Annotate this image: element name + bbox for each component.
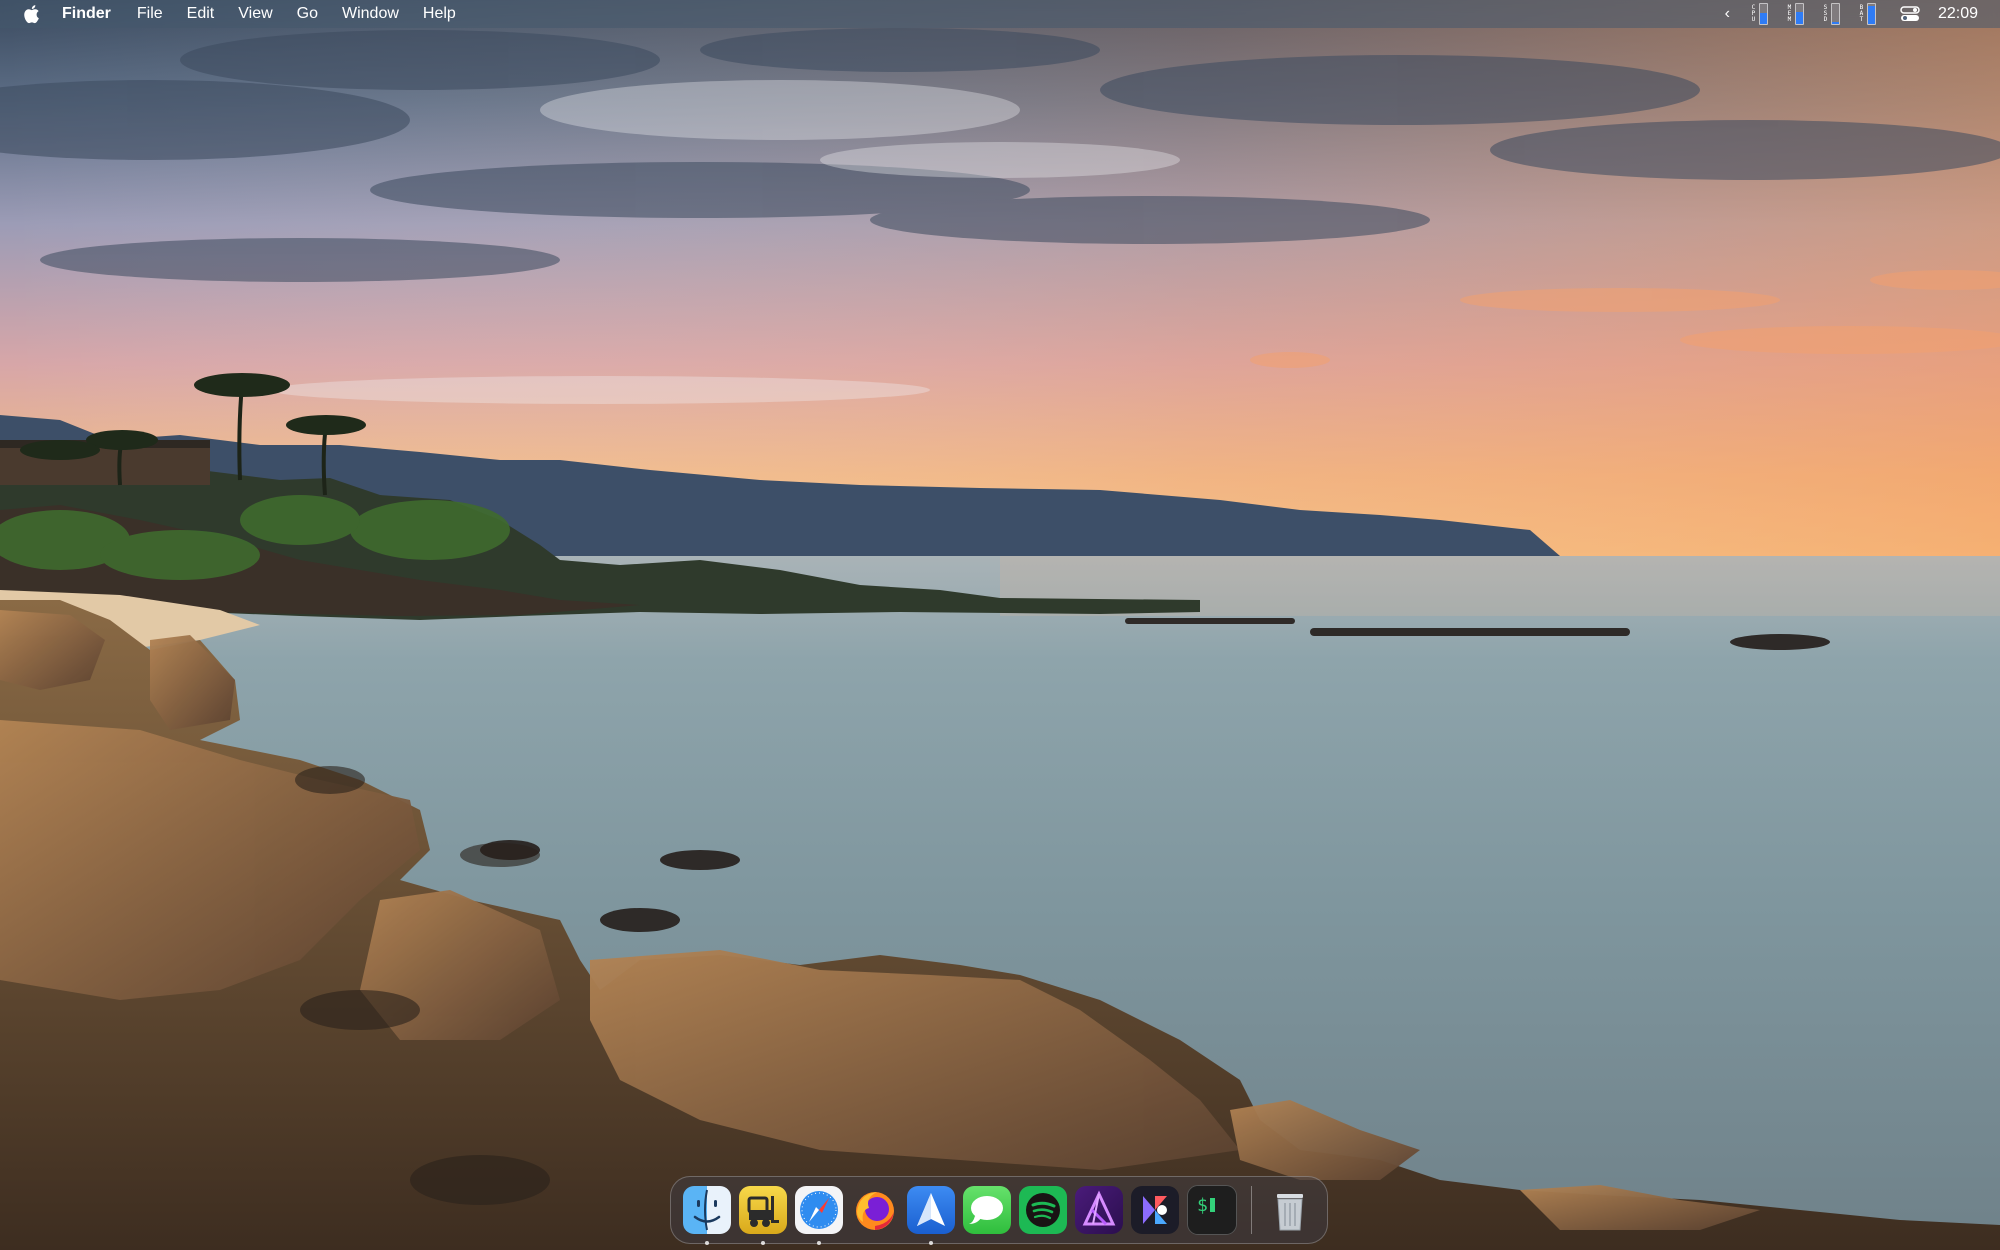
menu-app-name[interactable]: Finder [62,0,111,28]
menu-go[interactable]: Go [297,0,318,28]
apple-icon[interactable] [22,4,40,24]
safari-icon[interactable] [795,1186,843,1234]
chevron-left-icon[interactable]: ‹ [1725,5,1730,23]
battery-stat-widget[interactable]: BAT [1858,3,1876,25]
menu-help[interactable]: Help [423,0,456,28]
dock-item-terminal[interactable]: $ [1183,1185,1241,1235]
disk-stat-label: SSD [1823,4,1828,23]
dock-item-trash[interactable] [1262,1186,1318,1234]
finder-icon[interactable] [683,1186,731,1234]
control-center-icon[interactable] [1900,6,1920,22]
running-indicator [761,1241,765,1245]
memory-stat-fill [1795,12,1803,24]
memory-stat-bar [1794,3,1804,25]
cpu-stat-label: CPU [1751,4,1756,23]
memory-stat-label: MEM [1787,4,1792,23]
paper-plane-icon[interactable] [907,1186,955,1234]
menu-bar: Finder File Edit View Go Window Help ‹ C… [0,0,2000,28]
menu-view[interactable]: View [238,0,272,28]
spotify-icon[interactable] [1019,1186,1067,1234]
dock-item-messages[interactable] [959,1186,1015,1234]
menu-bar-clock[interactable]: 22:09 [1938,5,1978,23]
firefox-icon[interactable] [851,1186,899,1234]
forklift-icon[interactable] [739,1186,787,1234]
dock-item-finder[interactable] [679,1186,735,1245]
battery-stat-label: BAT [1859,4,1864,23]
running-indicator [929,1241,933,1245]
desktop: Finder File Edit View Go Window Help ‹ C… [0,0,2000,1250]
affinity-photo-icon[interactable] [1075,1186,1123,1234]
dock-item-safari[interactable] [791,1186,847,1245]
running-indicator [705,1241,709,1245]
battery-stat-bar [1866,3,1876,25]
cpu-stat-widget[interactable]: CPU [1750,3,1768,25]
craft-icon[interactable] [1131,1186,1179,1234]
terminal-icon[interactable]: $ [1187,1185,1237,1235]
dock-item-craft[interactable] [1127,1186,1183,1234]
disk-stat-widget[interactable]: SSD [1822,3,1840,25]
dock-separator [1251,1186,1252,1234]
dock: $ [670,1176,1328,1245]
menu-edit[interactable]: Edit [187,0,215,28]
menu-bar-left: Finder File Edit View Go Window Help [0,0,480,28]
desktop-wallpaper [0,0,2000,1250]
dock-item-forklift[interactable] [735,1186,791,1245]
menu-file[interactable]: File [137,0,163,28]
svg-text:$: $ [1197,1195,1208,1216]
running-indicator [817,1241,821,1245]
disk-stat-fill [1831,22,1839,24]
cpu-stat-fill [1759,13,1767,24]
menu-window[interactable]: Window [342,0,399,28]
dock-item-firefox[interactable] [847,1186,903,1234]
dock-item-affinity-photo[interactable] [1071,1186,1127,1234]
dock-item-spotify[interactable] [1015,1186,1071,1234]
battery-stat-fill [1867,6,1875,24]
menu-bar-status-area: ‹ CPU MEM SSD BAT 22:09 [1725,0,1978,28]
messages-icon[interactable] [963,1186,1011,1234]
dock-item-spark[interactable] [903,1186,959,1245]
disk-stat-bar [1830,3,1840,25]
cpu-stat-bar [1758,3,1768,25]
memory-stat-widget[interactable]: MEM [1786,3,1804,25]
trash-icon[interactable] [1266,1186,1314,1234]
